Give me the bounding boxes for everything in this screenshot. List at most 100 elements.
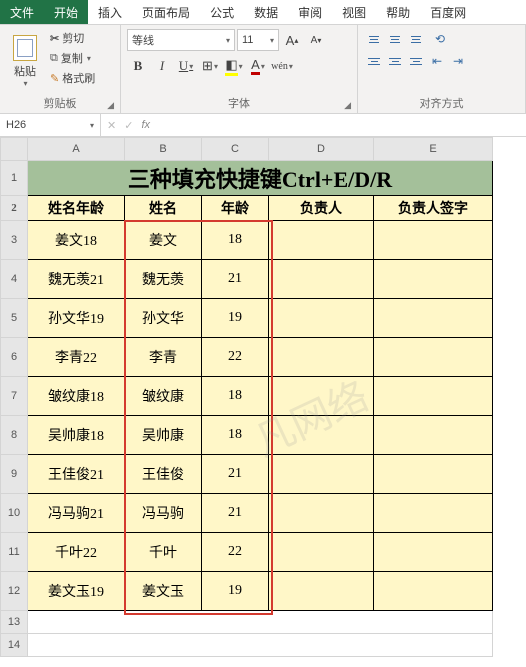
- enter-icon[interactable]: ✓: [124, 119, 133, 132]
- header-cell[interactable]: 负责人: [269, 196, 374, 221]
- header-cell[interactable]: 姓名年龄: [28, 196, 125, 221]
- row-header[interactable]: 10: [1, 494, 28, 533]
- align-middle-button[interactable]: [385, 29, 405, 49]
- row-header[interactable]: 6: [1, 338, 28, 377]
- col-header-c[interactable]: C: [202, 138, 269, 161]
- row-header[interactable]: 2: [1, 196, 28, 221]
- cell[interactable]: [374, 572, 493, 611]
- font-size-select[interactable]: 11▾: [237, 29, 279, 51]
- cancel-icon[interactable]: ✕: [107, 119, 116, 132]
- tab-baidu[interactable]: 百度网: [420, 0, 476, 24]
- cell[interactable]: 21: [202, 455, 269, 494]
- cell[interactable]: [269, 533, 374, 572]
- cell[interactable]: [374, 377, 493, 416]
- cell[interactable]: [374, 533, 493, 572]
- cell[interactable]: [374, 494, 493, 533]
- border-button[interactable]: ⊞▾: [199, 55, 221, 77]
- row-header[interactable]: 4: [1, 260, 28, 299]
- grow-font-button[interactable]: A▴: [281, 29, 303, 51]
- cell[interactable]: 19: [202, 572, 269, 611]
- cell[interactable]: [374, 416, 493, 455]
- row-header[interactable]: 7: [1, 377, 28, 416]
- cell[interactable]: 魏无羡: [125, 260, 202, 299]
- cell[interactable]: [269, 221, 374, 260]
- dialog-launcher-icon[interactable]: ◢: [107, 100, 114, 111]
- paste-button[interactable]: 粘贴 ▾: [6, 29, 44, 93]
- font-color-button[interactable]: A▾: [247, 55, 269, 77]
- cell[interactable]: 孙文华: [125, 299, 202, 338]
- align-center-button[interactable]: [385, 51, 405, 71]
- align-top-button[interactable]: [364, 29, 384, 49]
- tab-review[interactable]: 审阅: [288, 0, 332, 24]
- col-header-b[interactable]: B: [125, 138, 202, 161]
- sheet-title[interactable]: 三种填充快捷键Ctrl+E/D/R: [28, 161, 493, 196]
- italic-button[interactable]: I: [151, 55, 173, 77]
- row-header[interactable]: 12: [1, 572, 28, 611]
- cell[interactable]: [269, 494, 374, 533]
- cell[interactable]: 千叶22: [28, 533, 125, 572]
- indent-dec-button[interactable]: ⇤: [427, 51, 447, 71]
- cell[interactable]: 冯马驹21: [28, 494, 125, 533]
- cell[interactable]: 22: [202, 338, 269, 377]
- col-header-d[interactable]: D: [269, 138, 374, 161]
- cut-button[interactable]: ✂剪切: [48, 29, 97, 47]
- grid[interactable]: A B C D E 1 三种填充快捷键Ctrl+E/D/R 2 姓名年龄 姓名 …: [0, 137, 493, 657]
- cell[interactable]: 李青: [125, 338, 202, 377]
- cell[interactable]: 皱纹康18: [28, 377, 125, 416]
- tab-insert[interactable]: 插入: [88, 0, 132, 24]
- tab-data[interactable]: 数据: [244, 0, 288, 24]
- cell[interactable]: 21: [202, 494, 269, 533]
- col-header-e[interactable]: E: [374, 138, 493, 161]
- cell[interactable]: [374, 299, 493, 338]
- row-header[interactable]: 11: [1, 533, 28, 572]
- cell[interactable]: 姜文玉: [125, 572, 202, 611]
- fill-color-button[interactable]: ◧▾: [223, 55, 245, 77]
- cell[interactable]: 18: [202, 377, 269, 416]
- cell[interactable]: 冯马驹: [125, 494, 202, 533]
- row-header[interactable]: 3: [1, 221, 28, 260]
- cell[interactable]: 姜文: [125, 221, 202, 260]
- select-all-corner[interactable]: [1, 138, 28, 161]
- phonetic-button[interactable]: wén▾: [271, 55, 293, 77]
- format-painter-button[interactable]: ✎格式刷: [48, 69, 97, 87]
- copy-button[interactable]: ⧉复制▾: [48, 49, 97, 67]
- underline-button[interactable]: U▾: [175, 55, 197, 77]
- cell[interactable]: [28, 611, 493, 634]
- cell[interactable]: [269, 455, 374, 494]
- tab-formula[interactable]: 公式: [200, 0, 244, 24]
- shrink-font-button[interactable]: A▾: [305, 29, 327, 51]
- cell[interactable]: 19: [202, 299, 269, 338]
- row-header[interactable]: 13: [1, 611, 28, 634]
- fx-icon[interactable]: fx: [141, 119, 150, 131]
- indent-inc-button[interactable]: ⇥: [448, 51, 468, 71]
- tab-help[interactable]: 帮助: [376, 0, 420, 24]
- cell[interactable]: [374, 260, 493, 299]
- cell[interactable]: 21: [202, 260, 269, 299]
- row-header[interactable]: 1: [1, 161, 28, 196]
- cell[interactable]: [374, 338, 493, 377]
- tab-view[interactable]: 视图: [332, 0, 376, 24]
- cell[interactable]: [269, 260, 374, 299]
- worksheet[interactable]: A B C D E 1 三种填充快捷键Ctrl+E/D/R 2 姓名年龄 姓名 …: [0, 137, 526, 657]
- cell[interactable]: 姜文18: [28, 221, 125, 260]
- row-header[interactable]: 8: [1, 416, 28, 455]
- cell[interactable]: 吴帅康18: [28, 416, 125, 455]
- cell[interactable]: [374, 455, 493, 494]
- cell[interactable]: [28, 634, 493, 657]
- cell[interactable]: [269, 299, 374, 338]
- align-left-button[interactable]: [364, 51, 384, 71]
- font-name-select[interactable]: 等线▾: [127, 29, 235, 51]
- cell[interactable]: 18: [202, 221, 269, 260]
- cell[interactable]: 18: [202, 416, 269, 455]
- col-header-a[interactable]: A: [28, 138, 125, 161]
- cell[interactable]: [269, 416, 374, 455]
- cell[interactable]: [374, 221, 493, 260]
- cell[interactable]: 千叶: [125, 533, 202, 572]
- bold-button[interactable]: B: [127, 55, 149, 77]
- cell[interactable]: 李青22: [28, 338, 125, 377]
- cell[interactable]: [269, 338, 374, 377]
- header-cell[interactable]: 年龄: [202, 196, 269, 221]
- cell[interactable]: 皱纹康: [125, 377, 202, 416]
- cell[interactable]: 22: [202, 533, 269, 572]
- tab-layout[interactable]: 页面布局: [132, 0, 200, 24]
